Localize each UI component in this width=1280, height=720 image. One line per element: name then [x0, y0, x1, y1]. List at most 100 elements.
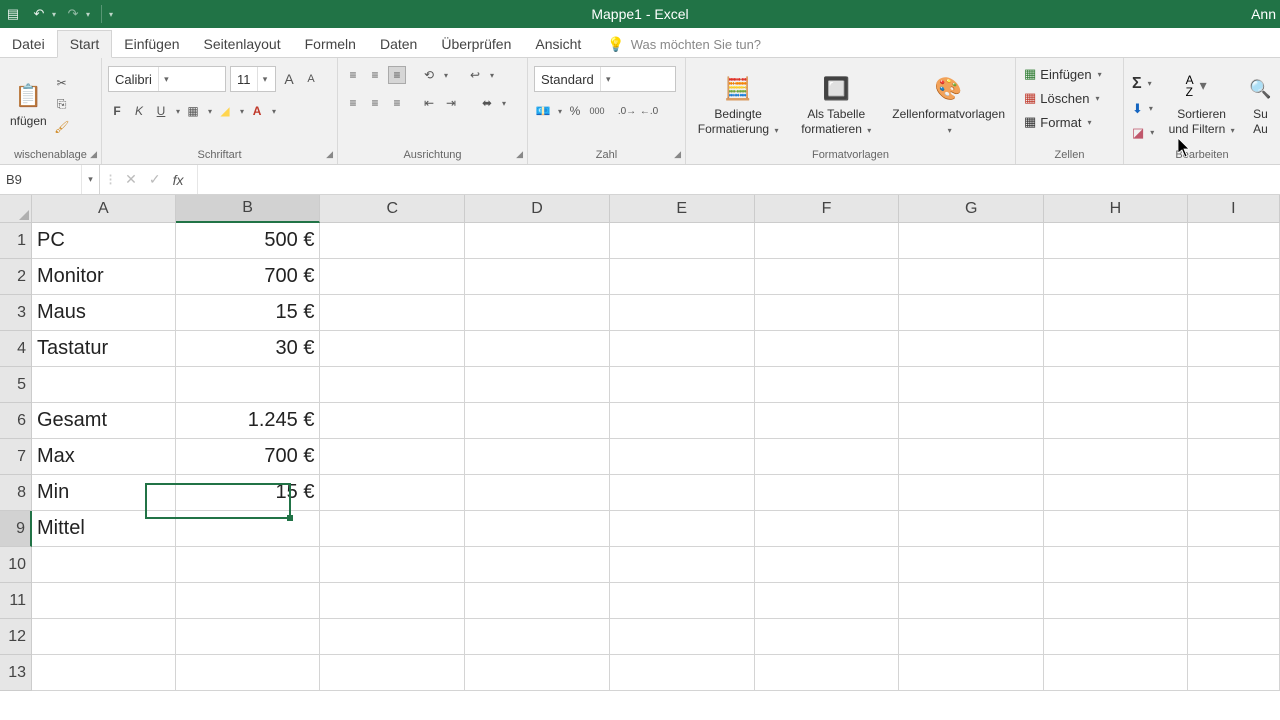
- cell[interactable]: [1188, 619, 1280, 655]
- chevron-down-icon[interactable]: ▾: [272, 107, 276, 116]
- accept-formula-icon[interactable]: ✓: [149, 171, 161, 188]
- bold-button[interactable]: F: [108, 102, 126, 120]
- cell[interactable]: [320, 475, 465, 511]
- chevron-down-icon[interactable]: ▾: [502, 99, 506, 108]
- underline-button[interactable]: U: [152, 102, 170, 120]
- increase-indent-icon[interactable]: ⇥: [442, 94, 460, 112]
- row-header[interactable]: 13: [0, 655, 32, 691]
- row-header[interactable]: 5: [0, 367, 32, 403]
- cell[interactable]: [899, 511, 1044, 547]
- align-middle-icon[interactable]: ≡: [366, 66, 384, 84]
- fx-icon[interactable]: fx: [173, 172, 184, 188]
- cell[interactable]: [1188, 223, 1280, 259]
- cell[interactable]: [755, 655, 900, 691]
- cell[interactable]: Tastatur: [32, 331, 176, 367]
- cut-icon[interactable]: ✂: [53, 74, 71, 92]
- column-header[interactable]: H: [1044, 195, 1188, 223]
- cell[interactable]: [176, 655, 321, 691]
- cell[interactable]: [1188, 295, 1280, 331]
- cancel-formula-icon[interactable]: ✕: [125, 171, 137, 188]
- cell[interactable]: [610, 619, 755, 655]
- font-name-combo[interactable]: Calibri ▾: [108, 66, 226, 92]
- cell[interactable]: [1044, 511, 1188, 547]
- cell[interactable]: [176, 511, 321, 547]
- fill-color-icon[interactable]: ◢: [216, 102, 234, 120]
- grow-font-icon[interactable]: A: [280, 70, 298, 88]
- tell-me-search[interactable]: 💡 Was möchten Sie tun?: [607, 36, 761, 53]
- cell[interactable]: Mittel: [32, 511, 176, 547]
- tab-data[interactable]: Daten: [368, 31, 429, 57]
- cell[interactable]: Max: [32, 439, 176, 475]
- chevron-down-icon[interactable]: ▾: [81, 165, 99, 194]
- cell[interactable]: [320, 295, 465, 331]
- qat-customize-icon[interactable]: ▾: [109, 10, 113, 19]
- font-size-combo[interactable]: 11 ▾: [230, 66, 276, 92]
- increase-decimal-icon[interactable]: .0→: [618, 102, 636, 120]
- cell[interactable]: [899, 547, 1044, 583]
- cell[interactable]: [465, 295, 610, 331]
- cell[interactable]: [465, 331, 610, 367]
- cell[interactable]: [899, 619, 1044, 655]
- cell[interactable]: [465, 619, 610, 655]
- cell[interactable]: [320, 511, 465, 547]
- cell[interactable]: 500 €: [176, 223, 321, 259]
- cell[interactable]: [610, 439, 755, 475]
- column-header[interactable]: D: [465, 195, 610, 223]
- borders-icon[interactable]: ▦: [184, 102, 202, 120]
- chevron-down-icon[interactable]: ▾: [208, 107, 212, 116]
- select-all-corner[interactable]: [0, 195, 32, 223]
- cell[interactable]: [755, 475, 900, 511]
- find-select-button[interactable]: 🔍 SuAu: [1247, 71, 1274, 138]
- save-icon[interactable]: ▤: [4, 5, 22, 23]
- cell[interactable]: [610, 475, 755, 511]
- tab-insert[interactable]: Einfügen: [112, 31, 191, 57]
- cell[interactable]: [176, 619, 321, 655]
- redo-icon[interactable]: ↷: [64, 5, 82, 23]
- cell[interactable]: [1044, 403, 1188, 439]
- cell[interactable]: [32, 655, 176, 691]
- cell[interactable]: [755, 295, 900, 331]
- undo-icon[interactable]: ↶: [30, 5, 48, 23]
- cell[interactable]: [32, 583, 176, 619]
- comma-style-icon[interactable]: 000: [588, 102, 606, 120]
- column-header[interactable]: G: [899, 195, 1044, 223]
- cell[interactable]: Gesamt: [32, 403, 176, 439]
- cell[interactable]: [610, 547, 755, 583]
- cell[interactable]: [1044, 439, 1188, 475]
- format-cells-button[interactable]: ▦ Format ▾: [1022, 112, 1117, 132]
- row-header[interactable]: 10: [0, 547, 32, 583]
- tab-formulas[interactable]: Formeln: [293, 31, 368, 57]
- cell[interactable]: [1188, 331, 1280, 367]
- cell[interactable]: 1.245 €: [176, 403, 321, 439]
- conditional-formatting-button[interactable]: 🧮 Bedingte Formatierung ▾: [692, 71, 784, 138]
- cell[interactable]: [755, 403, 900, 439]
- row-header[interactable]: 4: [0, 331, 32, 367]
- cell[interactable]: [320, 655, 465, 691]
- chevron-down-icon[interactable]: ▾: [490, 71, 494, 80]
- cell[interactable]: [610, 223, 755, 259]
- cell[interactable]: [755, 367, 900, 403]
- row-header[interactable]: 8: [0, 475, 32, 511]
- cell[interactable]: [755, 619, 900, 655]
- cell[interactable]: [465, 367, 610, 403]
- cell[interactable]: [320, 367, 465, 403]
- accounting-format-icon[interactable]: 💶: [534, 102, 552, 120]
- autosum-button[interactable]: Σ ▾: [1130, 73, 1156, 95]
- cell[interactable]: [1044, 295, 1188, 331]
- align-bottom-icon[interactable]: ≡: [388, 66, 406, 84]
- cell[interactable]: [1188, 655, 1280, 691]
- cell[interactable]: [610, 511, 755, 547]
- cell[interactable]: [1044, 223, 1188, 259]
- tab-file[interactable]: Datei: [0, 31, 57, 57]
- cell[interactable]: [899, 331, 1044, 367]
- row-header[interactable]: 2: [0, 259, 32, 295]
- cell[interactable]: [899, 259, 1044, 295]
- row-header[interactable]: 7: [0, 439, 32, 475]
- row-header[interactable]: 6: [0, 403, 32, 439]
- cell[interactable]: [1044, 475, 1188, 511]
- chevron-down-icon[interactable]: ▾: [558, 107, 562, 116]
- cell[interactable]: [1044, 655, 1188, 691]
- chevron-down-icon[interactable]: ▾: [240, 107, 244, 116]
- cell[interactable]: [610, 331, 755, 367]
- cell[interactable]: [1188, 259, 1280, 295]
